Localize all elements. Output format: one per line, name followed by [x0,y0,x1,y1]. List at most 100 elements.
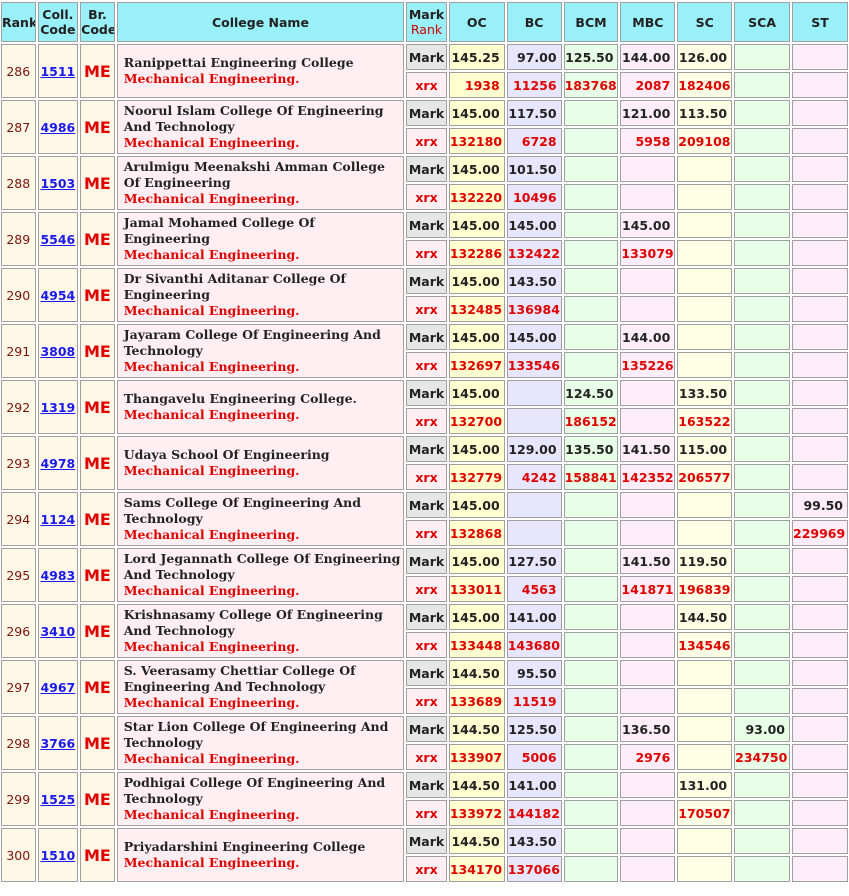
college-code-link[interactable]: 3766 [40,736,75,751]
college-name: Jamal Mohamed College Of Engineering [123,215,315,246]
rank-oc: 132180 [448,128,505,154]
mark-sca [734,156,791,182]
college-name: Lord Jegannath College Of Engineering An… [123,551,401,582]
course-name: Mechanical Engineering. [123,583,300,598]
rank-sc [677,184,733,210]
college-name: Jayaram College Of Engineering And Techn… [123,327,381,358]
college-name-cell: Thangavelu Engineering College. Mechanica… [116,380,405,434]
mark-bcm: 125.50 [563,44,619,70]
mark-mbc [620,604,676,630]
college-code-link[interactable]: 4954 [40,288,75,303]
college-name-cell: Jayaram College Of Engineering And Techn… [116,324,405,378]
branch-code: ME [80,324,115,378]
mark-st [792,156,848,182]
rank-sc [677,856,733,882]
college-code-link[interactable]: 1503 [40,176,75,191]
mark-bcm [563,548,619,574]
mark-oc: 145.25 [448,44,505,70]
rank-sc [677,688,733,714]
college-code-cell: 4967 [37,660,79,714]
college-code-cell: 3766 [37,716,79,770]
mark-sc: 126.00 [677,44,733,70]
table-body: 286 1511 ME Ranippettai Engineering College… [1,44,848,882]
course-name: Mechanical Engineering. [123,407,300,422]
rank-mbc: 2976 [620,744,676,770]
college-name-cell: Ranippettai Engineering College Mechanica… [116,44,405,98]
mark-sc [677,324,733,350]
mark-sc: 113.50 [677,100,733,126]
rank-bcm [563,352,619,378]
college-name-cell: Arulmigu Meenakshi Amman College Of Engi… [116,156,405,210]
mark-bcm [563,828,619,854]
branch-code: ME [80,828,115,882]
mark-mbc: 144.00 [620,324,676,350]
college-code-link[interactable]: 1510 [40,848,75,863]
mark-oc: 145.00 [448,156,505,182]
college-name-cell: Udaya School Of Engineering Mechanical En… [116,436,405,490]
rank-st: 229969 [792,520,848,546]
branch-code: ME [80,492,115,546]
rank-bcm: 183768 [563,72,619,98]
mark-sca [734,436,791,462]
college-code-link[interactable]: 1525 [40,792,75,807]
college-code-link[interactable]: 3808 [40,344,75,359]
mark-oc: 145.00 [448,604,505,630]
mark-oc: 145.00 [448,548,505,574]
branch-code: ME [80,100,115,154]
college-code-link[interactable]: 4978 [40,456,75,471]
rank-sc [677,240,733,266]
rank-mbc: 142352 [620,464,676,490]
mark-bc: 95.50 [506,660,562,686]
table-row: 287 4986 ME Noorul Islam College Of Enginee… [1,100,848,154]
branch-code: ME [80,156,115,210]
mark-bcm [563,100,619,126]
mark-sca [734,660,791,686]
rank-bc: 5006 [506,744,562,770]
header-coll-code-line1: Coll. [42,7,74,22]
rank-label: xrx [406,856,447,882]
college-code-link[interactable]: 1124 [40,512,75,527]
mark-bcm [563,660,619,686]
rank-sca [734,688,791,714]
rank-oc: 133972 [448,800,505,826]
rank-label: xrx [406,240,447,266]
college-code-link[interactable]: 4986 [40,120,75,135]
mark-label: Mark [406,324,447,350]
college-name: Podhigai College Of Engineering And Tech… [123,775,386,806]
rank-oc: 134170 [448,856,505,882]
mark-label: Mark [406,380,447,406]
rank-bcm [563,296,619,322]
college-code-cell: 4954 [37,268,79,322]
rank-oc: 132779 [448,464,505,490]
course-name: Mechanical Engineering. [123,855,300,870]
rank-oc: 132220 [448,184,505,210]
college-code-link[interactable]: 3410 [40,624,75,639]
rank-sca [734,800,791,826]
mark-bc: 129.00 [506,436,562,462]
rank-label: xrx [406,688,447,714]
rank-mbc [620,688,676,714]
mark-st [792,380,848,406]
college-code-link[interactable]: 4967 [40,680,75,695]
college-code-link[interactable]: 1319 [40,400,75,415]
mark-mbc [620,492,676,518]
mark-mbc: 121.00 [620,100,676,126]
mark-oc: 145.00 [448,380,505,406]
row-rank: 298 [1,716,36,770]
table-row: 288 1503 ME Arulmigu Meenakshi Amman Colleg… [1,156,848,210]
mark-oc: 144.50 [448,716,505,742]
header-st: ST [792,2,848,42]
college-code-link[interactable]: 5546 [40,232,75,247]
rank-mbc [620,632,676,658]
rank-sc: 170507 [677,800,733,826]
college-code-link[interactable]: 1511 [40,64,75,79]
header-sca: SCA [734,2,791,42]
course-name: Mechanical Engineering. [123,751,300,766]
college-code-cell: 3808 [37,324,79,378]
course-name: Mechanical Engineering. [123,639,300,654]
college-code-link[interactable]: 4983 [40,568,75,583]
branch-code: ME [80,548,115,602]
rank-label: xrx [406,72,447,98]
college-name-cell: Priyadarshini Engineering College Mechani… [116,828,405,882]
table-row: 286 1511 ME Ranippettai Engineering College… [1,44,848,98]
